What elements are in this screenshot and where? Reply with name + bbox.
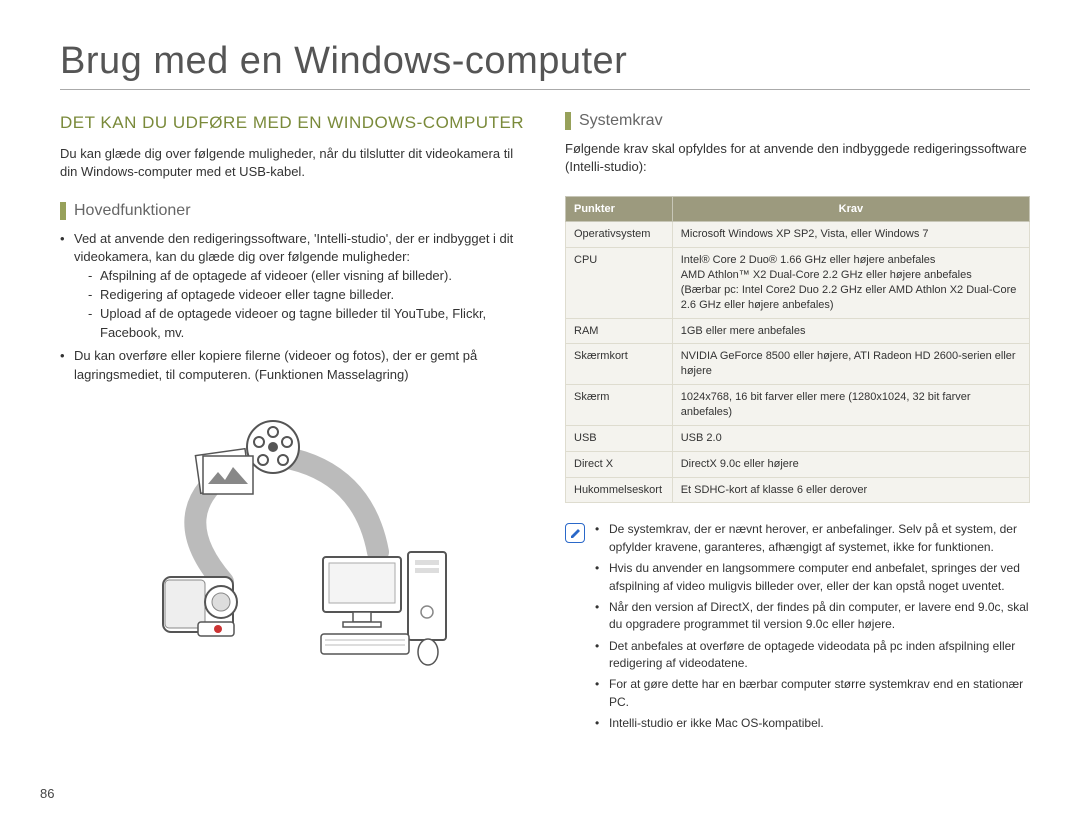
content-columns: DET KAN DU UDFØRE MED EN WINDOWS-COMPUTE… bbox=[60, 112, 1030, 737]
table-cell-value: USB 2.0 bbox=[672, 425, 1029, 451]
table-header-krav: Krav bbox=[672, 197, 1029, 222]
table-cell-value: 1024x768, 16 bit farver eller mere (1280… bbox=[672, 385, 1029, 426]
table-cell-key: USB bbox=[566, 425, 673, 451]
page-number: 86 bbox=[40, 786, 54, 801]
subheading-systemkrav: Systemkrav bbox=[565, 112, 1030, 130]
table-row: SkærmkortNVIDIA GeForce 8500 eller højer… bbox=[566, 344, 1030, 385]
table-cell-value: DirectX 9.0c eller højere bbox=[672, 451, 1029, 477]
left-column: DET KAN DU UDFØRE MED EN WINDOWS-COMPUTE… bbox=[60, 112, 525, 737]
requirements-table: Punkter Krav OperativsystemMicrosoft Win… bbox=[565, 196, 1030, 503]
table-cell-key: Operativsystem bbox=[566, 222, 673, 248]
illustration-camera-pc bbox=[60, 412, 525, 672]
table-row: Skærm1024x768, 16 bit farver eller mere … bbox=[566, 385, 1030, 426]
table-row: Direct XDirectX 9.0c eller højere bbox=[566, 451, 1030, 477]
list-item-label: Ved at anvende den redigeringssoftware, … bbox=[74, 231, 513, 265]
table-row: USBUSB 2.0 bbox=[566, 425, 1030, 451]
list-item: Du kan overføre eller kopiere filerne (v… bbox=[60, 347, 525, 385]
left-intro-text: Du kan glæde dig over følgende mulighede… bbox=[60, 145, 525, 181]
sub-list-item: Afspilning af de optagede af videoer (el… bbox=[88, 267, 525, 286]
table-cell-value: NVIDIA GeForce 8500 eller højere, ATI Ra… bbox=[672, 344, 1029, 385]
table-row: RAM1GB eller mere anbefales bbox=[566, 318, 1030, 344]
sub-list-item: Redigering af optagede videoer eller tag… bbox=[88, 286, 525, 305]
right-intro-text: Følgende krav skal opfyldes for at anven… bbox=[565, 140, 1030, 176]
table-cell-key: CPU bbox=[566, 248, 673, 318]
table-row: CPUIntel® Core 2 Duo® 1.66 GHz eller høj… bbox=[566, 248, 1030, 318]
sub-list: Afspilning af de optagede af videoer (el… bbox=[74, 267, 525, 342]
table-cell-key: Direct X bbox=[566, 451, 673, 477]
table-cell-value: 1GB eller mere anbefales bbox=[672, 318, 1029, 344]
table-cell-key: Skærm bbox=[566, 385, 673, 426]
subheading-hovedfunktioner: Hovedfunktioner bbox=[60, 202, 525, 220]
table-row: OperativsystemMicrosoft Windows XP SP2, … bbox=[566, 222, 1030, 248]
main-functions-list: Ved at anvende den redigeringssoftware, … bbox=[60, 230, 525, 385]
list-item: For at gøre dette har en bærbar computer… bbox=[595, 676, 1030, 711]
list-item: Når den version af DirectX, der findes p… bbox=[595, 599, 1030, 634]
note-box: De systemkrav, der er nævnt herover, er … bbox=[565, 521, 1030, 736]
table-cell-value: Intel® Core 2 Duo® 1.66 GHz eller højere… bbox=[672, 248, 1029, 318]
right-column: Systemkrav Følgende krav skal opfyldes f… bbox=[565, 112, 1030, 737]
table-row: HukommelseskortEt SDHC-kort af klasse 6 … bbox=[566, 477, 1030, 503]
section-heading-left: DET KAN DU UDFØRE MED EN WINDOWS-COMPUTE… bbox=[60, 112, 525, 133]
list-item: De systemkrav, der er nævnt herover, er … bbox=[595, 521, 1030, 556]
table-cell-key: Skærmkort bbox=[566, 344, 673, 385]
sub-list-item: Upload af de optagede videoer og tagne b… bbox=[88, 305, 525, 343]
table-cell-value: Et SDHC-kort af klasse 6 eller derover bbox=[672, 477, 1029, 503]
table-cell-key: RAM bbox=[566, 318, 673, 344]
page-title: Brug med en Windows-computer bbox=[60, 40, 1030, 90]
table-cell-key: Hukommelseskort bbox=[566, 477, 673, 503]
notes-list: De systemkrav, der er nævnt herover, er … bbox=[595, 521, 1030, 736]
note-icon bbox=[565, 523, 585, 543]
list-item: Intelli-studio er ikke Mac OS-kompatibel… bbox=[595, 715, 1030, 732]
table-cell-value: Microsoft Windows XP SP2, Vista, eller W… bbox=[672, 222, 1029, 248]
list-item: Ved at anvende den redigeringssoftware, … bbox=[60, 230, 525, 343]
list-item: Det anbefales at overføre de optagede vi… bbox=[595, 638, 1030, 673]
table-header-punkter: Punkter bbox=[566, 197, 673, 222]
list-item: Hvis du anvender en langsommere computer… bbox=[595, 560, 1030, 595]
